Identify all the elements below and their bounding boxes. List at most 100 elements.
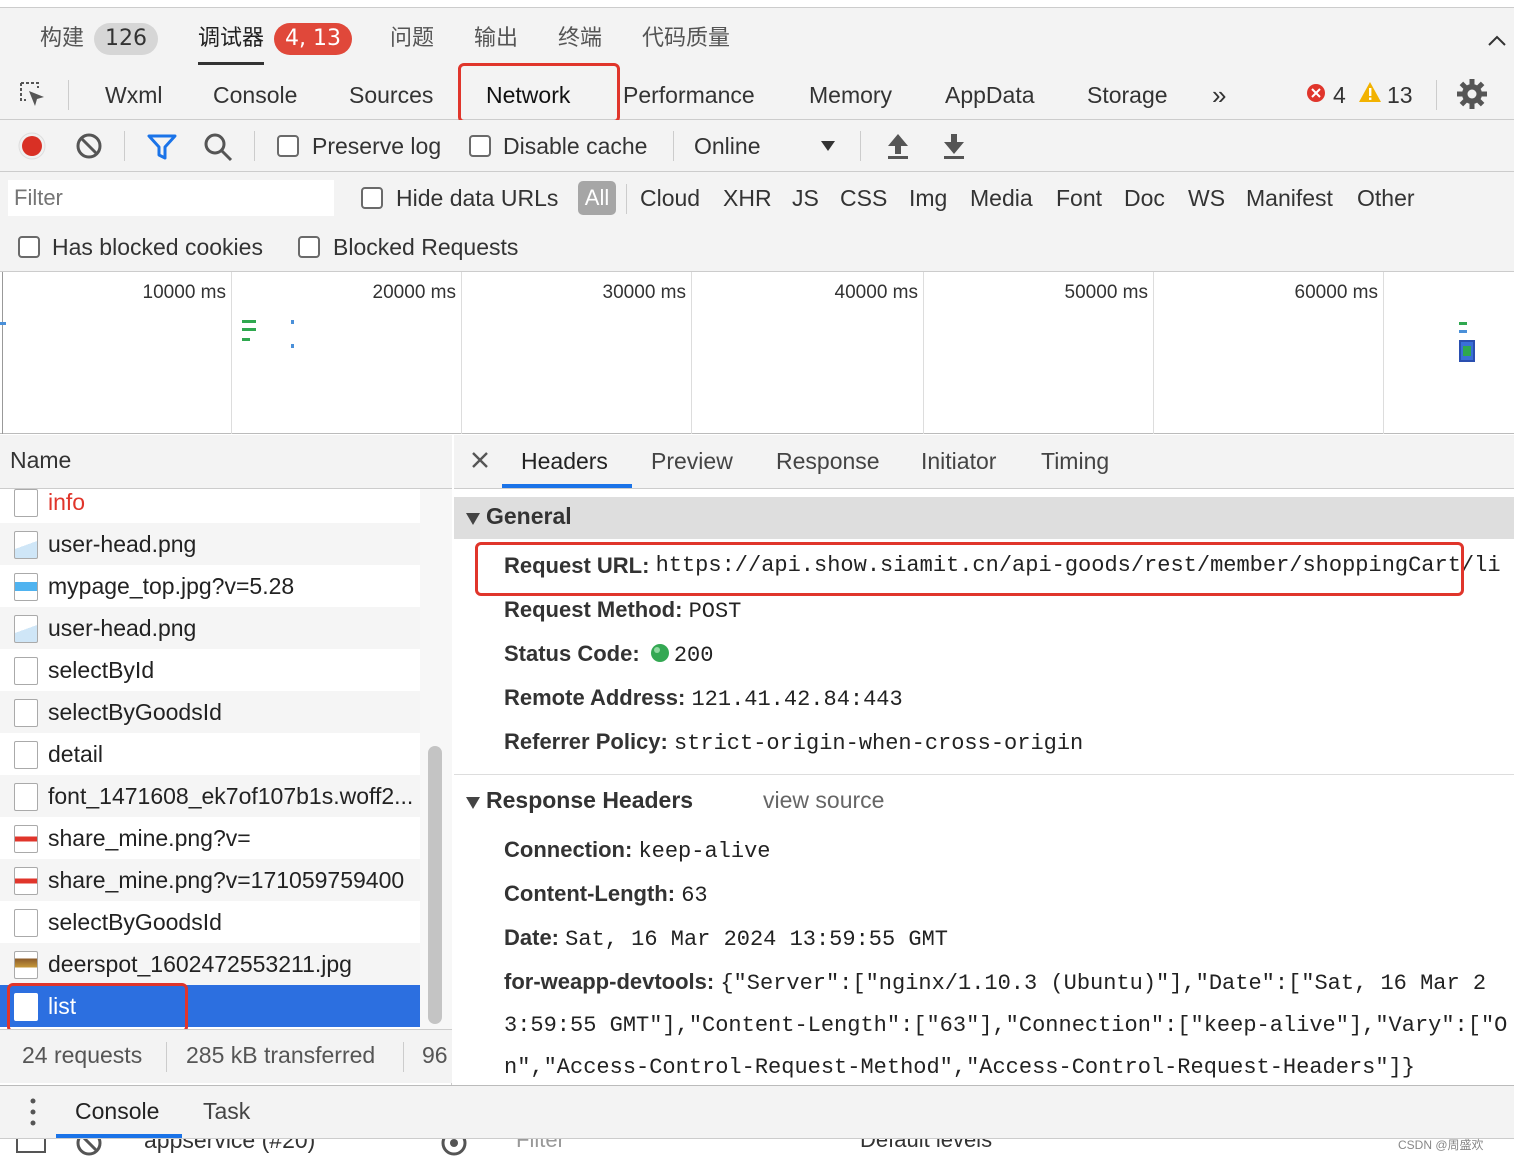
export-har-icon[interactable]: [942, 132, 966, 160]
timeline-gridline: [1153, 272, 1154, 434]
request-row[interactable]: share_mine.png?v=: [0, 817, 420, 859]
request-row[interactable]: selectByGoodsId: [0, 901, 420, 943]
tab-sources[interactable]: Sources: [349, 78, 433, 112]
eye-icon[interactable]: [440, 1138, 468, 1157]
date-row: Date: Sat, 16 Mar 2024 13:59:55 GMT: [504, 923, 948, 955]
throttling-select[interactable]: Online: [694, 131, 760, 161]
context-selector[interactable]: appservice (#20): [144, 1139, 315, 1154]
request-method-key: Request Method:: [504, 597, 683, 622]
tab-storage[interactable]: Storage: [1087, 78, 1168, 112]
filter-type-media[interactable]: Media: [970, 184, 1033, 212]
filter-type-other[interactable]: Other: [1357, 184, 1415, 212]
request-row[interactable]: font_1471608_ek7of107b1s.woff2...: [0, 775, 420, 817]
tab-terminal[interactable]: 终端: [558, 22, 602, 56]
filter-type-manifest[interactable]: Manifest: [1246, 184, 1333, 212]
drawer-tab-console[interactable]: Console: [75, 1098, 159, 1125]
image-file-icon: [14, 825, 38, 853]
search-icon[interactable]: [203, 132, 233, 162]
error-count[interactable]: 4: [1333, 78, 1346, 112]
request-row[interactable]: detail: [0, 733, 420, 775]
timeline-gridline: [231, 272, 232, 434]
timeline-cursor: [2, 272, 3, 434]
blocked-requests-checkbox[interactable]: [298, 236, 320, 258]
filter-type-doc[interactable]: Doc: [1124, 184, 1165, 212]
warning-count[interactable]: 13: [1387, 78, 1413, 112]
timeline-label: 40000 ms: [834, 282, 918, 303]
filter-icon[interactable]: [147, 133, 177, 161]
inspect-element-icon[interactable]: [18, 80, 48, 110]
request-name: font_1471608_ek7of107b1s.woff2...: [48, 783, 414, 809]
tab-appdata[interactable]: AppData: [945, 78, 1035, 112]
timeline-gridline: [461, 272, 462, 434]
request-method-row: Request Method: POST: [504, 595, 741, 627]
timeline-request-bar: [291, 344, 294, 348]
hide-data-urls-checkbox[interactable]: [361, 187, 383, 209]
remote-address-row: Remote Address: 121.41.42.84:443: [504, 683, 903, 715]
response-headers-section-header[interactable]: Response Headers view source: [454, 781, 1514, 823]
error-icon: [1307, 84, 1325, 102]
scrollbar-thumb[interactable]: [428, 746, 442, 1024]
tab-output[interactable]: 输出: [474, 22, 518, 56]
filter-input[interactable]: [8, 180, 334, 216]
tab-console[interactable]: Console: [213, 78, 297, 112]
close-icon[interactable]: [470, 450, 490, 470]
tab-performance[interactable]: Performance: [623, 78, 755, 112]
request-row[interactable]: info: [0, 481, 420, 523]
request-row[interactable]: selectById: [0, 649, 420, 691]
tab-problems[interactable]: 问题: [390, 22, 434, 56]
filter-type-xhr[interactable]: XHR: [723, 184, 772, 212]
content-length-row: Content-Length: 63: [504, 879, 708, 911]
tab-debugger[interactable]: 调试器 4, 13: [198, 22, 352, 56]
dropdown-arrow-icon[interactable]: [820, 140, 836, 152]
drawer-tab-task[interactable]: Task: [203, 1098, 250, 1125]
tab-initiator[interactable]: Initiator: [921, 446, 996, 476]
view-source-link[interactable]: view source: [763, 787, 884, 814]
tab-wxml[interactable]: Wxml: [105, 78, 162, 112]
request-row[interactable]: user-head.png: [0, 523, 420, 565]
filter-type-img[interactable]: Img: [909, 184, 947, 212]
network-overview-timeline[interactable]: 10000 ms 20000 ms 30000 ms 40000 ms 5000…: [0, 272, 1514, 434]
divider: [124, 131, 125, 161]
import-har-icon[interactable]: [886, 132, 910, 160]
tab-preview[interactable]: Preview: [651, 446, 733, 476]
status-code-key: Status Code:: [504, 641, 640, 666]
content-length-key: Content-Length:: [504, 881, 676, 906]
request-row[interactable]: selectByGoodsId: [0, 691, 420, 733]
tab-headers[interactable]: Headers: [521, 446, 608, 476]
record-icon[interactable]: [17, 131, 47, 161]
column-name-header: Name: [10, 447, 72, 473]
filter-type-ws[interactable]: WS: [1188, 184, 1225, 212]
filter-type-cloud[interactable]: Cloud: [640, 184, 700, 212]
gear-icon[interactable]: [1456, 78, 1488, 110]
request-row[interactable]: mypage_top.jpg?v=5.28: [0, 565, 420, 607]
filter-type-js[interactable]: JS: [792, 184, 819, 212]
filter-type-font[interactable]: Font: [1056, 184, 1102, 212]
request-row[interactable]: user-head.png: [0, 607, 420, 649]
tab-build[interactable]: 构建 126: [40, 22, 159, 56]
timeline-request-bar: [1463, 346, 1471, 356]
general-section-header[interactable]: General: [454, 497, 1514, 539]
blocked-requests-label: Blocked Requests: [333, 234, 519, 260]
filter-type-all[interactable]: All: [578, 181, 616, 215]
sidebar-toggle-icon[interactable]: [16, 1139, 46, 1153]
request-row[interactable]: deerspot_1602472553211.jpg: [0, 943, 420, 985]
tab-memory[interactable]: Memory: [809, 78, 892, 112]
disable-cache-checkbox[interactable]: [469, 135, 491, 157]
request-summary-bar: 24 requests 285 kB transferred 96: [0, 1029, 452, 1083]
clear-icon[interactable]: [75, 132, 103, 160]
more-vertical-icon[interactable]: [30, 1098, 36, 1126]
has-blocked-cookies-checkbox[interactable]: [18, 236, 40, 258]
tab-code-quality[interactable]: 代码质量: [642, 22, 730, 56]
clear-console-icon[interactable]: [75, 1138, 103, 1157]
request-row[interactable]: share_mine.png?v=171059759400: [0, 859, 420, 901]
tab-timing[interactable]: Timing: [1041, 446, 1109, 476]
has-blocked-cookies-label: Has blocked cookies: [52, 234, 263, 260]
more-tabs-button[interactable]: »: [1212, 78, 1226, 112]
log-levels-select[interactable]: Default levels: [860, 1139, 992, 1153]
filter-type-css[interactable]: CSS: [840, 184, 887, 212]
console-filter-input[interactable]: Filter: [516, 1139, 565, 1153]
chevron-up-icon[interactable]: [1486, 30, 1508, 52]
preserve-log-checkbox[interactable]: [277, 135, 299, 157]
transferred-size: 285 kB transferred: [186, 1042, 376, 1068]
tab-response[interactable]: Response: [776, 446, 880, 476]
